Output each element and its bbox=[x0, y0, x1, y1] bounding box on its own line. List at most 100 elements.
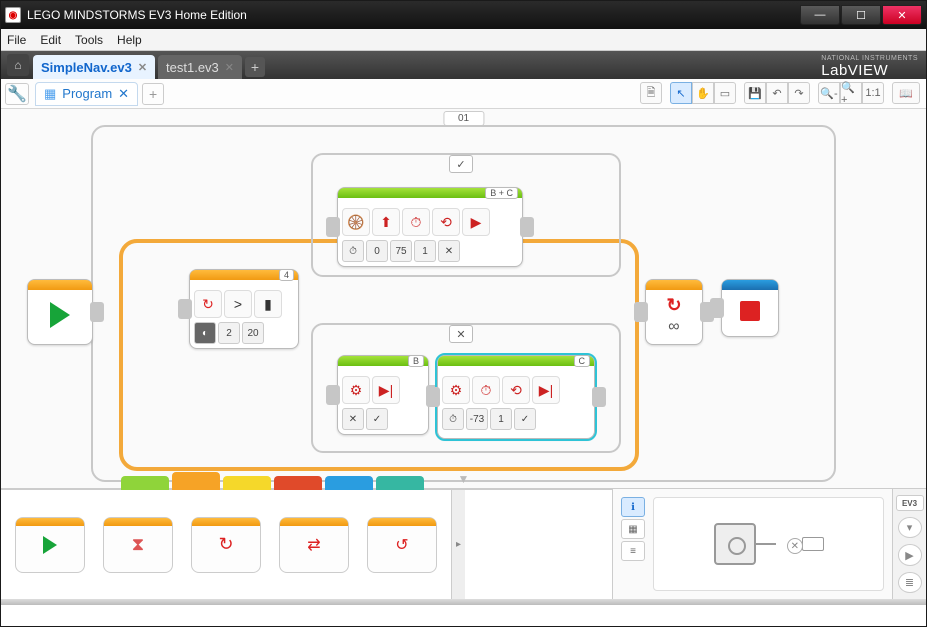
pointer-tool-button[interactable]: ↖ bbox=[670, 82, 692, 104]
start-block[interactable] bbox=[27, 279, 93, 345]
project-properties-button[interactable]: 🔧 bbox=[5, 83, 29, 105]
large-motor-c-block[interactable]: C ⚙ ⏱ ⟲ ▶| ⏱ -73 1 ✓ bbox=[437, 355, 595, 439]
power-param[interactable]: 75 bbox=[390, 240, 412, 262]
zoom-fit-button[interactable]: 1:1 bbox=[862, 82, 884, 104]
brake-icon: ▶| bbox=[532, 376, 560, 404]
motor-icon: ⚙ bbox=[342, 376, 370, 404]
palette-category-tabs bbox=[121, 476, 424, 490]
palette-tab-advanced[interactable] bbox=[325, 476, 373, 490]
palette-wait-block[interactable]: ⧗ bbox=[103, 517, 173, 573]
palette-tab-sensor[interactable] bbox=[223, 476, 271, 490]
infinity-icon[interactable]: ∞ bbox=[668, 318, 679, 336]
ev3-run-strip: EV3 ▾ ▶ ≣ bbox=[892, 489, 926, 599]
hw-tab-bricks[interactable]: ≡ bbox=[621, 541, 645, 561]
compare-icon: > bbox=[224, 290, 252, 318]
home-tab-icon[interactable]: ⌂ bbox=[7, 54, 29, 76]
program-canvas[interactable]: 01 4 ↻ > ▮ ◐ 2 2 bbox=[1, 109, 926, 489]
power-gauge-icon: ⏱ bbox=[402, 208, 430, 236]
rotations-icon: ⟲ bbox=[502, 376, 530, 404]
palette-start-block[interactable] bbox=[15, 517, 85, 573]
project-tab-test1[interactable]: test1.ev3 ✕ bbox=[158, 55, 242, 79]
pan-tool-button[interactable]: ✋ bbox=[692, 82, 714, 104]
run-selected-button[interactable]: ≣ bbox=[898, 572, 922, 593]
palette-expand-button[interactable]: ▸ bbox=[451, 490, 465, 599]
canvas-toolbar: 🗎 ↖ ✋ ▭ 💾 ↶ ↷ 🔍- 🔍+ 1:1 📖 bbox=[640, 82, 920, 104]
disconnected-icon: ✕ bbox=[787, 538, 803, 554]
switch-param-1[interactable]: 2 bbox=[218, 322, 240, 344]
program-icon: ▦ bbox=[44, 86, 56, 102]
steering-param[interactable]: 0 bbox=[366, 240, 388, 262]
hw-tab-ports[interactable]: ▦ bbox=[621, 519, 645, 539]
rotations-param[interactable]: 1 bbox=[414, 240, 436, 262]
palette-tab-data[interactable] bbox=[274, 476, 322, 490]
motor-c-brake[interactable]: ✓ bbox=[514, 408, 536, 430]
move-port-label[interactable]: B + C bbox=[485, 187, 518, 199]
motor-c-rotations[interactable]: 1 bbox=[490, 408, 512, 430]
move-steering-block[interactable]: B + C 🛞 ⬆ ⏱ ⟲ ▶ ⏱ 0 75 1 ✕ bbox=[337, 187, 523, 267]
maximize-button[interactable]: ☐ bbox=[841, 5, 881, 25]
menubar: File Edit Tools Help bbox=[1, 29, 926, 51]
minimize-button[interactable]: — bbox=[800, 5, 840, 25]
large-motor-b-block[interactable]: B ⚙ ▶| ✕ ✓ bbox=[337, 355, 429, 435]
brick-icon bbox=[714, 523, 756, 565]
comment-tool-button[interactable]: ▭ bbox=[714, 82, 736, 104]
motor-b-mode[interactable]: ✕ bbox=[342, 408, 364, 430]
hardware-panel: ℹ ▦ ≡ ✕ bbox=[612, 489, 892, 599]
close-tab-icon[interactable]: ✕ bbox=[138, 61, 147, 74]
app-icon: ◉ bbox=[5, 7, 21, 23]
motor-b-port-label[interactable]: B bbox=[408, 355, 424, 367]
palette-loop-interrupt-block[interactable]: ↺ bbox=[367, 517, 437, 573]
motor-c-port-label[interactable]: C bbox=[574, 355, 591, 367]
save-button[interactable]: 💾 bbox=[744, 82, 766, 104]
program-tab[interactable]: ▦ Program ✕ bbox=[35, 82, 138, 106]
power-gauge-icon: ⏱ bbox=[472, 376, 500, 404]
palette-tab-myblocks[interactable] bbox=[376, 476, 424, 490]
switch-block[interactable]: 4 ↻ > ▮ ◐ 2 20 bbox=[189, 269, 299, 349]
motor-c-mode[interactable]: ⏱ bbox=[442, 408, 464, 430]
mode-selector[interactable]: ◐ bbox=[194, 322, 216, 344]
switch-true-tab[interactable]: ✓ bbox=[449, 155, 473, 173]
mode-selector[interactable]: ⏱ bbox=[342, 240, 364, 262]
motor-b-run-icon: ▶| bbox=[372, 376, 400, 404]
switch-param-2[interactable]: 20 bbox=[242, 322, 264, 344]
loop-icon: ↻ bbox=[666, 295, 681, 316]
motor-c-power[interactable]: -73 bbox=[466, 408, 488, 430]
menu-file[interactable]: File bbox=[7, 33, 26, 47]
add-program-tab-button[interactable]: + bbox=[142, 83, 164, 105]
add-project-tab-button[interactable]: + bbox=[245, 57, 265, 77]
menu-help[interactable]: Help bbox=[117, 33, 142, 47]
palette-tab-action[interactable] bbox=[121, 476, 169, 490]
zoom-out-button[interactable]: 🔍- bbox=[818, 82, 840, 104]
run-button[interactable]: ▶ bbox=[898, 544, 922, 565]
hw-tab-info[interactable]: ℹ bbox=[621, 497, 645, 517]
download-button[interactable]: ▾ bbox=[898, 517, 922, 538]
undo-button[interactable]: ↶ bbox=[766, 82, 788, 104]
menu-tools[interactable]: Tools bbox=[75, 33, 103, 47]
steering-wheel-icon: 🛞 bbox=[342, 208, 370, 236]
switch-false-tab[interactable]: ✕ bbox=[449, 325, 473, 343]
brake-param[interactable]: ✕ bbox=[438, 240, 460, 262]
palette-switch-block[interactable]: ⇄ bbox=[279, 517, 349, 573]
switch-port-label[interactable]: 4 bbox=[279, 269, 294, 281]
close-tab-icon[interactable]: ✕ bbox=[225, 61, 234, 74]
redo-button[interactable]: ↷ bbox=[788, 82, 810, 104]
switch-mode-icon[interactable]: ↻ bbox=[194, 290, 222, 318]
scroll-down-icon[interactable]: ▼ bbox=[458, 472, 470, 486]
zoom-in-button[interactable]: 🔍+ bbox=[840, 82, 862, 104]
stop-icon bbox=[740, 301, 760, 321]
close-program-tab-icon[interactable]: ✕ bbox=[118, 86, 129, 102]
menu-edit[interactable]: Edit bbox=[40, 33, 61, 47]
loop-end-block[interactable]: ↻ ∞ bbox=[645, 279, 703, 345]
document-button[interactable]: 🗎 bbox=[640, 82, 662, 104]
palette-tab-flow[interactable] bbox=[172, 472, 220, 490]
close-button[interactable]: ✕ bbox=[882, 5, 922, 25]
loop-interrupt-block[interactable] bbox=[721, 279, 779, 337]
labview-logo: NATIONAL INSTRUMENTS LabVIEW bbox=[821, 55, 918, 79]
usb-icon bbox=[802, 537, 824, 551]
sensor-icon: ▮ bbox=[254, 290, 282, 318]
palette-loop-block[interactable]: ↻ bbox=[191, 517, 261, 573]
motor-b-brake[interactable]: ✓ bbox=[366, 408, 388, 430]
content-editor-button[interactable]: 📖 bbox=[892, 82, 920, 104]
project-tab-label: test1.ev3 bbox=[166, 60, 219, 75]
project-tab-simplenav[interactable]: SimpleNav.ev3 ✕ bbox=[33, 55, 155, 79]
